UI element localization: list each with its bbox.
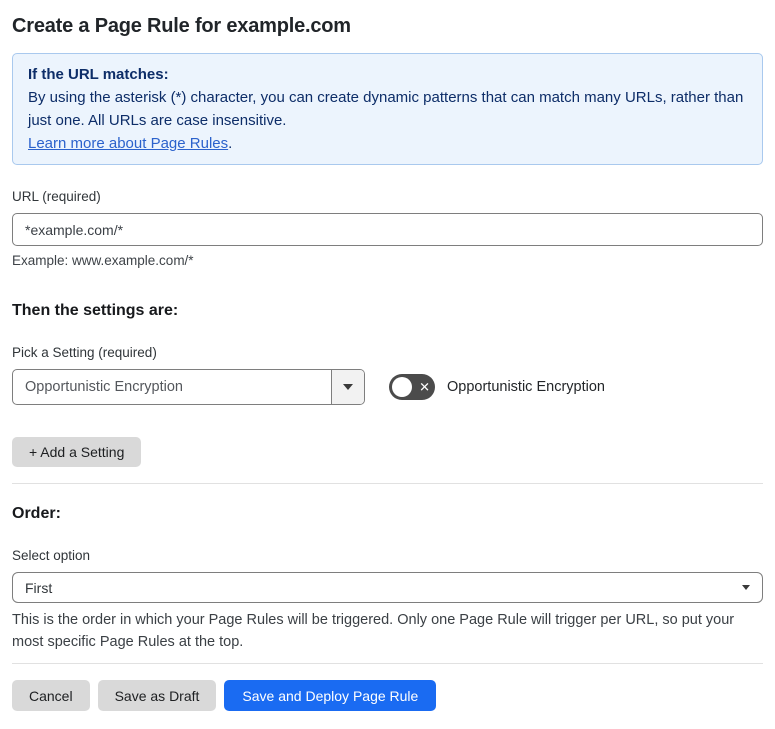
order-section-heading: Order:: [12, 505, 61, 522]
info-box-heading: If the URL matches:: [28, 66, 169, 83]
learn-more-link[interactable]: Learn more about Page Rules: [28, 135, 228, 152]
actions-divider: [12, 663, 763, 664]
section-divider: [12, 483, 763, 484]
url-example-hint: Example: www.example.com/*: [12, 253, 194, 268]
order-hint-text: This is the order in which your Page Rul…: [12, 612, 735, 650]
page-title: Create a Page Rule for example.com: [12, 15, 351, 37]
form-actions: Cancel Save as Draft Save and Deploy Pag…: [12, 680, 763, 711]
info-box-body: By using the asterisk (*) character, you…: [28, 89, 744, 129]
toggle-knob: [392, 377, 412, 397]
caret-down-icon: [742, 585, 750, 590]
setting-row: Opportunistic Encryption ✕ Opportunistic…: [12, 369, 763, 405]
x-icon: ✕: [419, 379, 430, 395]
url-matches-info-box: If the URL matches: By using the asteris…: [12, 53, 763, 165]
url-input[interactable]: [12, 213, 763, 246]
save-and-deploy-button[interactable]: Save and Deploy Page Rule: [224, 680, 437, 711]
order-select[interactable]: First: [12, 572, 763, 603]
add-setting-button[interactable]: + Add a Setting: [12, 437, 142, 467]
page-rule-form: Create a Page Rule for example.com If th…: [0, 12, 775, 711]
opportunistic-encryption-toggle[interactable]: ✕: [389, 374, 435, 400]
setting-select-arrow-button[interactable]: [331, 370, 364, 404]
setting-select-value: Opportunistic Encryption: [25, 379, 183, 395]
url-field-label: URL (required): [12, 189, 101, 204]
save-as-draft-button[interactable]: Save as Draft: [97, 680, 217, 711]
toggle-label: Opportunistic Encryption: [447, 379, 605, 395]
info-box-link-line: Learn more about Page Rules.: [28, 132, 747, 155]
order-select-value: First: [25, 579, 53, 596]
order-select-label: Select option: [12, 548, 91, 563]
link-suffix: .: [228, 135, 233, 152]
settings-section-heading: Then the settings are:: [12, 302, 179, 319]
pick-setting-label: Pick a Setting (required): [12, 345, 157, 360]
cancel-button[interactable]: Cancel: [12, 680, 90, 711]
caret-down-icon: [343, 384, 353, 390]
setting-select[interactable]: Opportunistic Encryption: [12, 369, 365, 405]
